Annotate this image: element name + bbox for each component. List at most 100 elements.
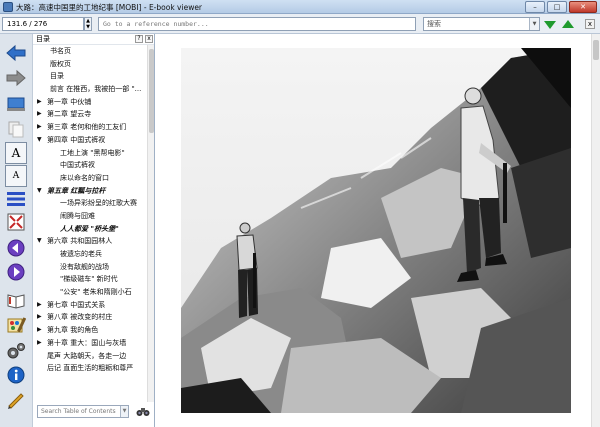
- toc-item-label: 第六章 共和国园林人: [47, 237, 113, 246]
- toc-item[interactable]: 人人都爱 "桥头堡": [33, 223, 148, 236]
- app-icon: [3, 2, 13, 12]
- fullscreen-icon[interactable]: [5, 211, 27, 233]
- viewer-scrollbar[interactable]: [591, 34, 600, 427]
- toc-search-placeholder: Search Table of Contents: [41, 408, 116, 415]
- toc-icon[interactable]: [5, 188, 27, 210]
- close-button[interactable]: ✕: [569, 1, 597, 13]
- book-viewer[interactable]: [155, 34, 600, 427]
- toc-item[interactable]: ▼ 第四章 中国式裤衩: [33, 134, 148, 147]
- forward-icon[interactable]: [5, 67, 27, 89]
- toc-item-label: 第四章 中国式裤衩: [47, 135, 106, 144]
- toc-item[interactable]: 前言 在推西，我被拍一部 "...: [33, 83, 148, 96]
- toc-scrollbar[interactable]: [147, 45, 154, 402]
- toc-item[interactable]: ▶ 第七章 中国式关系: [33, 299, 148, 312]
- expand-arrow-icon[interactable]: ▶: [37, 337, 42, 350]
- toc-item[interactable]: 闹腾与囧难: [33, 210, 148, 223]
- copy-icon[interactable]: [5, 118, 27, 140]
- info-icon[interactable]: [5, 364, 27, 386]
- toc-item[interactable]: ▶ 第三章 老何和他的工友们: [33, 121, 148, 134]
- toc-item[interactable]: 后记 直面生活的粗粝和尊严: [33, 362, 148, 375]
- toc-item-label: 被遗忘的老兵: [60, 250, 102, 258]
- toc-item-label: 第五章 红瓢与拉杆: [47, 186, 106, 195]
- toc-search-dropdown[interactable]: ▼: [120, 406, 128, 417]
- toc-item[interactable]: ▼ 第五章 红瓢与拉杆: [33, 185, 148, 198]
- toc-item[interactable]: 被遗忘的老兵: [33, 248, 148, 261]
- toc-item-label: 第十章 重大：国山与灰墙: [47, 338, 127, 347]
- expand-arrow-icon[interactable]: ▶: [37, 311, 42, 324]
- reference-input[interactable]: Go to a reference number...: [98, 17, 416, 31]
- find-previous-icon[interactable]: [562, 20, 574, 28]
- font-smaller-label: A: [12, 171, 20, 181]
- toc-close-button[interactable]: x: [145, 35, 153, 43]
- binoculars-icon[interactable]: [136, 406, 150, 417]
- expand-arrow-icon[interactable]: ▶: [37, 108, 42, 121]
- toc-item-label: 第八章 被改变的村庄: [47, 313, 113, 322]
- toc-scroll-thumb[interactable]: [149, 49, 154, 133]
- toc-item-label: 第二章 望云寺: [47, 110, 92, 119]
- print-icon[interactable]: [5, 389, 27, 411]
- font-smaller-icon[interactable]: A: [5, 165, 27, 187]
- toc-item[interactable]: ▼ 第六章 共和国园林人: [33, 235, 148, 248]
- toc-help-button[interactable]: ?: [135, 35, 143, 43]
- toc-item[interactable]: ▶ 第一章 中伙铺: [33, 96, 148, 109]
- book-illustration-image: [181, 48, 571, 413]
- minimize-button[interactable]: –: [525, 1, 545, 13]
- toc-item-label: 第九章 我的角色: [47, 326, 99, 335]
- expand-arrow-icon[interactable]: ▶: [37, 324, 42, 337]
- search-history-dropdown[interactable]: ▼: [529, 18, 539, 30]
- top-toolbar: 131.6 / 276 ▲ ▼ Go to a reference number…: [0, 14, 600, 34]
- toc-item[interactable]: 书名页: [33, 45, 148, 58]
- toc-item[interactable]: 目录: [33, 70, 148, 83]
- collapse-arrow-icon[interactable]: ▼: [37, 185, 42, 198]
- position-spinner[interactable]: ▲ ▼: [84, 17, 92, 31]
- toc-item[interactable]: "公安" 老朱和隋刚小石: [33, 286, 148, 299]
- maximize-button[interactable]: □: [547, 1, 567, 13]
- toc-list: 书名页 版权页 目录 前言 在推西，我被拍一部 "... ▶ 第一章 中伙铺 ▶ 第二章 望云…: [33, 45, 148, 402]
- theme-icon[interactable]: [5, 314, 27, 336]
- collapse-arrow-icon[interactable]: ▼: [37, 134, 42, 147]
- toc-search-input[interactable]: Search Table of Contents ▼: [37, 405, 129, 418]
- position-input[interactable]: 131.6 / 276: [2, 17, 84, 31]
- expand-arrow-icon[interactable]: ▶: [37, 299, 42, 312]
- expand-arrow-icon[interactable]: ▶: [37, 96, 42, 109]
- search-input-placeholder: 搜索: [427, 20, 441, 28]
- toc-item[interactable]: ▶ 第九章 我的角色: [33, 324, 148, 337]
- back-icon[interactable]: [5, 42, 27, 64]
- find-next-icon[interactable]: [544, 21, 556, 29]
- toc-item-label: 闹腾与囧难: [60, 211, 95, 220]
- spin-down-icon[interactable]: ▼: [85, 24, 91, 30]
- previous-page-icon[interactable]: [5, 237, 27, 259]
- toc-panel: 目录 ? x 书名页 版权页 目录 前言 在推西，我被拍一部 "... ▶ 第一章 中伙铺…: [33, 34, 155, 427]
- library-icon[interactable]: [5, 93, 27, 115]
- toc-item[interactable]: 一场异彩纷呈的红歌大赛: [33, 197, 148, 210]
- search-input[interactable]: 搜索 ▼: [423, 17, 540, 31]
- toc-item[interactable]: ▶ 第十章 重大：国山与灰墙: [33, 337, 148, 350]
- toc-item[interactable]: 没有敌舰的战场: [33, 261, 148, 274]
- toc-item-label: "公安" 老朱和隋刚小石: [60, 288, 132, 297]
- toc-item[interactable]: 床以命名的窗口: [33, 172, 148, 185]
- toc-header: 目录 ? x: [33, 34, 154, 45]
- next-page-icon[interactable]: [5, 261, 27, 283]
- reference-mode-icon[interactable]: [5, 289, 27, 311]
- toc-item[interactable]: 尾声 大路朝天，各走一边: [33, 350, 148, 363]
- close-search-icon[interactable]: x: [585, 19, 595, 29]
- toc-item[interactable]: "梯级磁车" 新时代: [33, 273, 148, 286]
- collapse-arrow-icon[interactable]: ▼: [37, 235, 42, 248]
- toc-item[interactable]: 版权页: [33, 58, 148, 71]
- title-bar: 大路：高速中国里的工地纪事 [MOBI] - E-book viewer – □…: [0, 0, 600, 14]
- toc-item-label: 第一章 中伙铺: [47, 97, 92, 106]
- quarry-workers-photo: [181, 48, 571, 413]
- toc-item-label: 后记 直面生活的粗粝和尊严: [47, 364, 134, 373]
- toc-item-label: "梯级磁车" 新时代: [60, 275, 118, 284]
- window-controls: – □ ✕: [525, 1, 597, 13]
- font-larger-icon[interactable]: A: [5, 142, 27, 164]
- toc-item[interactable]: ▶ 第八章 被改变的村庄: [33, 311, 148, 324]
- toc-item-label: 中国式裤衩: [60, 161, 95, 170]
- toc-item[interactable]: 工地上演 "黑帮电影": [33, 147, 148, 160]
- viewer-scroll-thumb[interactable]: [593, 40, 599, 60]
- toc-item[interactable]: 中国式裤衩: [33, 159, 148, 172]
- toc-item-label: 版权页: [50, 59, 71, 68]
- expand-arrow-icon[interactable]: ▶: [37, 121, 42, 134]
- preferences-icon[interactable]: [5, 340, 27, 362]
- toc-item[interactable]: ▶ 第二章 望云寺: [33, 108, 148, 121]
